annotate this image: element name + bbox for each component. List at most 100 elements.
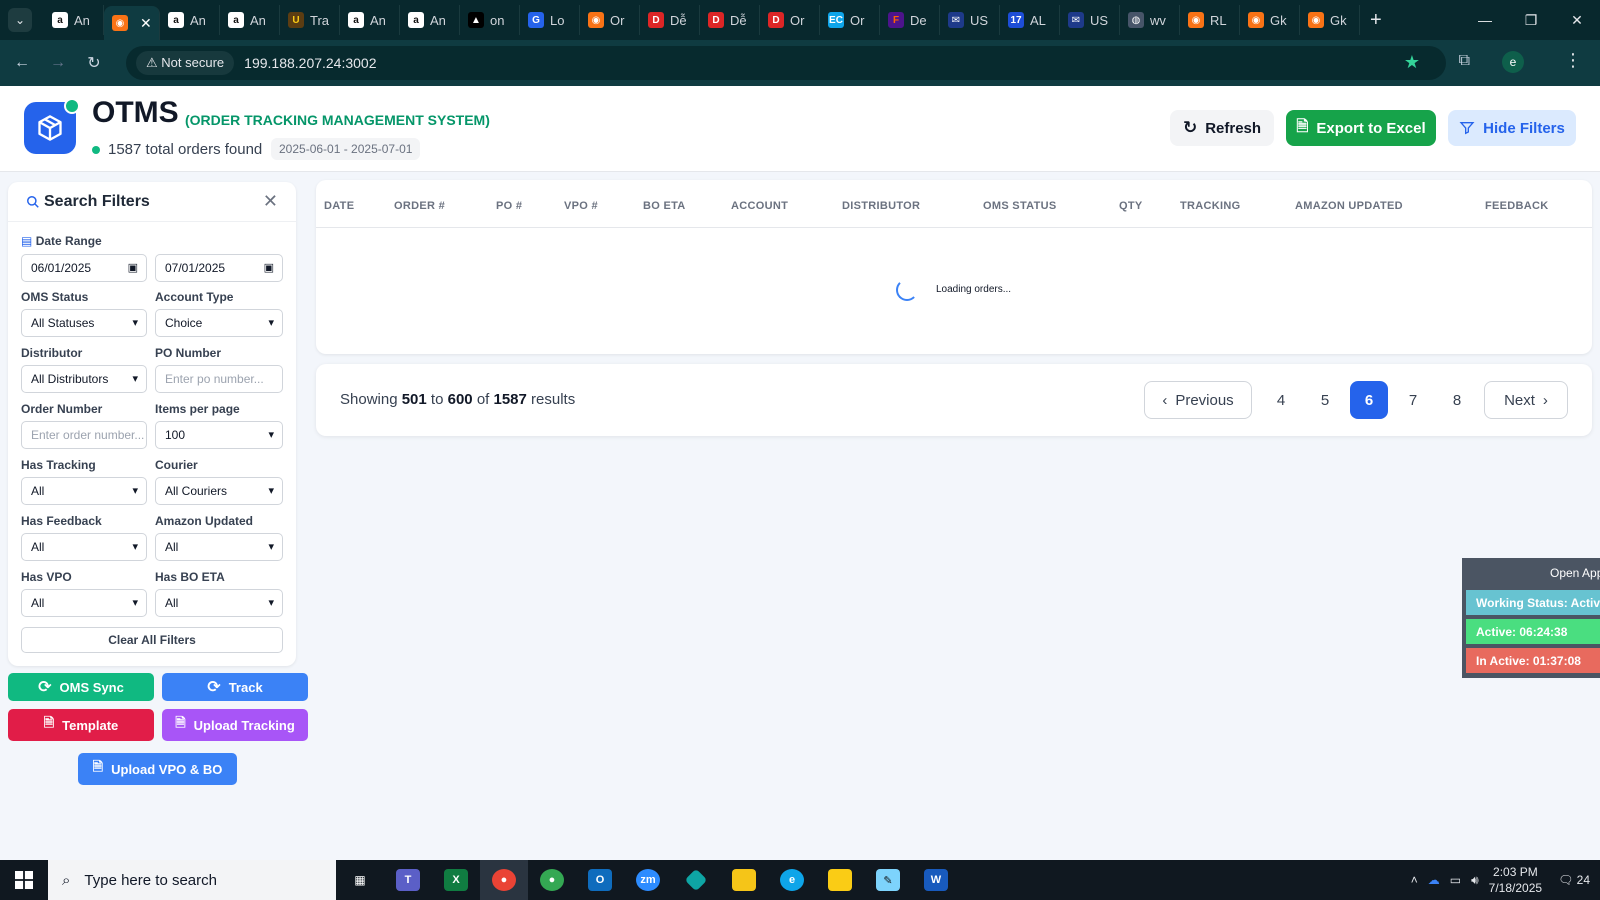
new-tab-button[interactable]: + — [1370, 9, 1382, 32]
close-tab-icon[interactable]: ✕ — [140, 15, 152, 32]
tab-search-button[interactable]: ⌄ — [8, 8, 32, 32]
column-header-tracking[interactable]: TRACKING — [1180, 200, 1240, 212]
browser-menu-icon[interactable]: ⋮ — [1564, 50, 1582, 71]
date-from-input[interactable]: 06/01/2025 ▣ — [21, 254, 147, 282]
account-type-select[interactable]: Choice ▾ — [155, 309, 283, 337]
hide-filters-button[interactable]: Hide Filters — [1448, 110, 1576, 146]
has-tracking-select[interactable]: All ▾ — [21, 477, 147, 505]
reload-icon[interactable]: ↻ — [76, 53, 112, 73]
network-icon[interactable]: ▭ — [1450, 873, 1461, 887]
items-per-page-select[interactable]: 100 ▾ — [155, 421, 283, 449]
export-excel-button[interactable]: 🗎 Export to Excel — [1286, 110, 1436, 146]
browser-tab[interactable]: ✉ US — [1060, 5, 1120, 35]
browser-tab[interactable]: a An — [44, 5, 104, 35]
browser-tab[interactable]: a An — [220, 5, 280, 35]
restore-icon[interactable]: ❐ — [1508, 0, 1554, 40]
track-button[interactable]: ⟳ Track — [162, 673, 308, 701]
page-button[interactable]: 5 — [1306, 381, 1344, 419]
minimize-icon[interactable]: — — [1462, 0, 1508, 40]
volume-icon[interactable]: 🔊︎ — [1471, 873, 1479, 888]
outlook-icon[interactable]: O — [576, 860, 624, 900]
onedrive-icon[interactable]: ☁ — [1428, 873, 1440, 887]
column-header-feedback[interactable]: FEEDBACK — [1485, 200, 1549, 212]
column-header-oms-status[interactable]: OMS STATUS — [983, 200, 1056, 212]
not-secure-badge[interactable]: ⚠ Not secure — [136, 51, 235, 75]
taskbar-clock[interactable]: 2:03 PM 7/18/2025 — [1489, 864, 1542, 896]
browser-tab[interactable]: ▲ on — [460, 5, 520, 35]
column-header-amazon-updated[interactable]: AMAZON UPDATED — [1295, 200, 1403, 212]
excel-icon[interactable]: X — [432, 860, 480, 900]
browser-tab[interactable]: EC Or — [820, 5, 880, 35]
oms-status-select[interactable]: All Statuses ▾ — [21, 309, 147, 337]
has-bo-eta-select[interactable]: All ▾ — [155, 589, 283, 617]
page-button[interactable]: 7 — [1394, 381, 1432, 419]
browser-tab[interactable]: ◉ RL — [1180, 5, 1240, 35]
column-header-vpo[interactable]: VPO # — [564, 200, 598, 212]
calendar-picker-icon[interactable]: ▣ — [128, 261, 138, 274]
teams-icon[interactable]: T — [384, 860, 432, 900]
column-header-date[interactable]: DATE — [324, 200, 354, 212]
taskbar-search-box[interactable]: ⌕ Type here to search — [48, 860, 336, 900]
template-button[interactable]: 🗎 Template — [8, 709, 154, 741]
extensions-icon[interactable]: ⧉ — [1459, 52, 1470, 70]
zoom-icon[interactable]: zm — [624, 860, 672, 900]
browser-tab[interactable]: D Or — [760, 5, 820, 35]
browser-tab[interactable]: a An — [400, 5, 460, 35]
chrome-profile-icon[interactable]: ● — [528, 860, 576, 900]
column-header-order[interactable]: ORDER # — [394, 200, 445, 212]
upload-vpo-bo-button[interactable]: 🗎 Upload VPO & BO — [78, 753, 237, 785]
oms-sync-button[interactable]: ⟳ OMS Sync — [8, 673, 154, 701]
order-number-input[interactable]: Enter order number... — [21, 421, 147, 449]
word-icon[interactable]: W — [912, 860, 960, 900]
browser-tab[interactable]: a An — [160, 5, 220, 35]
windows-start-icon[interactable] — [0, 860, 48, 900]
sticky-notes-icon[interactable] — [816, 860, 864, 900]
browser-tab[interactable]: ◉ Or — [580, 5, 640, 35]
page-button[interactable]: 8 — [1438, 381, 1476, 419]
url-field[interactable]: ⚠ Not secure 199.188.207.24:3002 — [126, 46, 1446, 80]
browser-tab[interactable]: G Lo — [520, 5, 580, 35]
po-number-input[interactable]: Enter po number... — [155, 365, 283, 393]
clear-all-filters-button[interactable]: Clear All Filters — [21, 627, 283, 653]
column-header-bo-eta[interactable]: BO ETA — [643, 200, 686, 212]
forward-icon[interactable]: → — [40, 54, 76, 72]
edge-icon[interactable]: e — [768, 860, 816, 900]
date-to-input[interactable]: 07/01/2025 ▣ — [155, 254, 283, 282]
close-filters-icon[interactable]: ✕ — [263, 191, 278, 212]
browser-tab[interactable]: ◉ Gk — [1240, 5, 1300, 35]
browser-tab[interactable]: ◉ Gk — [1300, 5, 1360, 35]
bookmark-star-icon[interactable]: ★ — [1404, 52, 1420, 73]
courier-select[interactable]: All Couriers ▾ — [155, 477, 283, 505]
has-feedback-select[interactable]: All ▾ — [21, 533, 147, 561]
column-header-account[interactable]: ACCOUNT — [731, 200, 788, 212]
column-header-distributor[interactable]: DISTRIBUTOR — [842, 200, 920, 212]
current-page-button[interactable]: 6 — [1350, 381, 1388, 419]
calendar-picker-icon[interactable]: ▣ — [264, 261, 274, 274]
has-vpo-select[interactable]: All ▾ — [21, 589, 147, 617]
browser-tab[interactable]: F De — [880, 5, 940, 35]
chrome-icon[interactable]: ● — [480, 860, 528, 900]
browser-tab-active[interactable]: ◉ ✕ — [104, 6, 160, 40]
browser-tab[interactable]: ◍ wv — [1120, 5, 1180, 35]
refresh-button[interactable]: ↻ Refresh — [1170, 110, 1274, 146]
previous-page-button[interactable]: ‹ Previous — [1144, 381, 1252, 419]
column-header-po[interactable]: PO # — [496, 200, 522, 212]
back-icon[interactable]: ← — [4, 54, 40, 72]
close-window-icon[interactable]: ✕ — [1554, 0, 1600, 40]
page-button[interactable]: 4 — [1262, 381, 1300, 419]
file-explorer-icon[interactable] — [720, 860, 768, 900]
browser-tab[interactable]: D Dễ — [640, 5, 700, 35]
amazon-updated-select[interactable]: All ▾ — [155, 533, 283, 561]
notifications-icon[interactable]: 🗨︎ 24 — [1558, 873, 1590, 887]
task-view-icon[interactable]: ▦ — [336, 860, 384, 900]
column-header-qty[interactable]: QTY — [1119, 200, 1143, 212]
open-app-link[interactable]: Open App — [1550, 566, 1600, 580]
distributor-select[interactable]: All Distributors ▾ — [21, 365, 147, 393]
browser-tab[interactable]: a An — [340, 5, 400, 35]
upload-tracking-button[interactable]: 🗎 Upload Tracking — [162, 709, 308, 741]
next-page-button[interactable]: Next › — [1484, 381, 1568, 419]
app-diamond-icon[interactable] — [672, 860, 720, 900]
browser-tab[interactable]: ✉ US — [940, 5, 1000, 35]
browser-tab[interactable]: U Tra — [280, 5, 340, 35]
profile-avatar[interactable]: e — [1502, 51, 1524, 73]
